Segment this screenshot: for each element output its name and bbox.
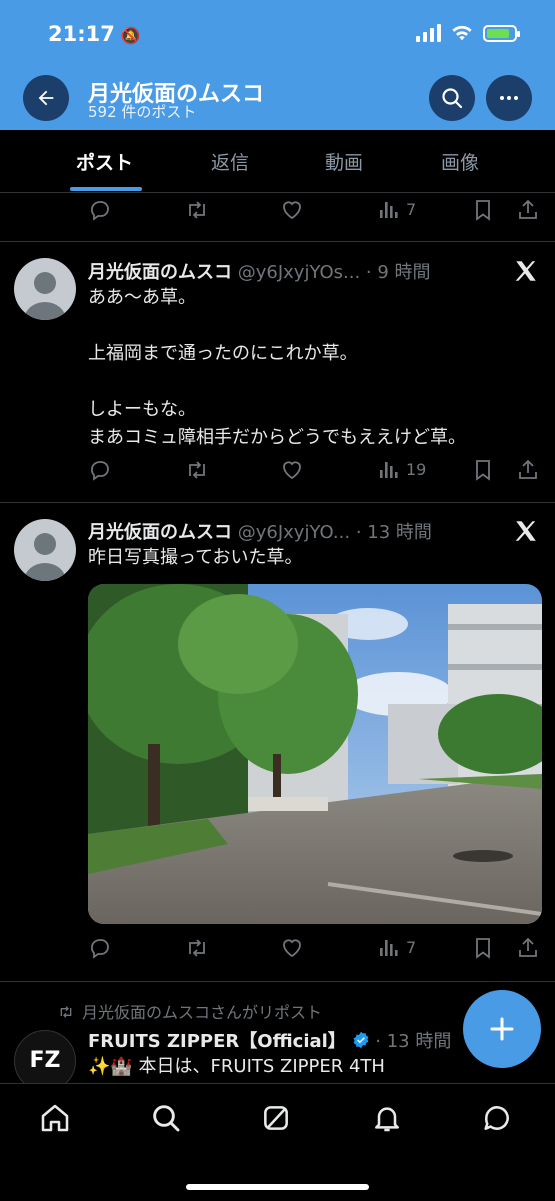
post-text: 昨日写真撮っておいた草。 [88,547,303,568]
post-divider [0,241,555,242]
x-logo-icon [515,521,536,541]
battery-icon [483,24,520,42]
back-arrow-icon [38,90,54,106]
avatar[interactable] [14,258,76,320]
wifi-icon [452,25,472,41]
post-photo[interactable] [88,584,542,924]
avatar[interactable] [14,519,76,581]
search-icon[interactable] [150,1102,182,1134]
status-time: 21:17 🔕 [48,22,141,46]
repost-button[interactable] [184,936,210,960]
views-icon [380,462,398,478]
author-handle[interactable]: @y6JxyjYOs... [238,262,360,283]
author-handle[interactable]: @y6JxyjYO... [238,522,350,543]
photo-scene [88,584,542,924]
views-count[interactable]: 19 [378,458,426,480]
post-divider [0,981,555,982]
default-avatar-icon [24,272,66,320]
home-icon[interactable] [39,1102,71,1134]
avatar-logo-text: FZ [29,1048,61,1073]
like-icon [283,939,301,958]
share-button[interactable] [516,458,540,482]
like-icon [283,201,301,220]
post-divider [0,502,555,503]
profile-header: 21:17 🔕 月光仮面のムスコ 592 件のポスト [0,0,555,130]
author-name[interactable]: 月光仮面のムスコ [88,522,232,543]
bookmark-button[interactable] [472,936,494,960]
previous-post-actions: 7 [88,198,543,226]
share-icon [519,459,537,479]
bookmark-button[interactable] [472,458,494,482]
views-count[interactable]: 7 [378,936,416,958]
search-button[interactable] [429,75,475,121]
messages-icon[interactable] [481,1102,513,1134]
views-icon [380,940,398,956]
author-name[interactable]: FRUITS ZIPPER【Official】 [88,1031,346,1052]
reply-icon [91,201,109,221]
default-avatar-icon [24,533,66,581]
reply-icon [91,461,109,481]
repost-icon [60,1006,72,1018]
bookmark-icon [476,200,490,221]
post-text: ✨🏰 本日は、FRUITS ZIPPER 4TH [88,1056,385,1077]
post-actions: 19 [88,458,543,486]
share-button[interactable] [516,936,540,960]
share-icon [519,937,537,957]
repost-button[interactable] [184,198,210,222]
back-button[interactable] [23,75,69,121]
views-icon [380,202,398,218]
post-header: FRUITS ZIPPER【Official】 · 13 時間 [88,1027,451,1053]
verified-badge-icon [353,1031,368,1049]
post-time: · 13 時間 [355,522,432,543]
bookmark-icon [476,938,490,959]
post-header: 月光仮面のムスコ @y6JxyjYO... · 13 時間 [88,518,432,544]
repost-icon [189,201,205,219]
like-icon [283,461,301,480]
tab-videos[interactable]: 動画 [325,148,363,175]
status-indicators [416,24,520,42]
compose-post-button[interactable] [463,990,541,1068]
bell-icon[interactable] [371,1102,403,1134]
plus-icon [490,1017,514,1041]
post-actions: 7 [88,936,543,964]
more-icon [500,96,518,100]
silent-bell-icon: 🔕 [120,26,141,45]
x-logo-icon [515,261,536,281]
bookmark-button[interactable] [472,198,494,222]
reply-icon [91,939,109,959]
home-indicator [186,1184,369,1190]
reply-button[interactable] [88,936,112,960]
post-header: 月光仮面のムスコ @y6JxyjYOs... · 9 時間 [88,258,431,284]
profile-tabs: ポスト 返信 動画 画像 [0,130,555,193]
author-name[interactable]: 月光仮面のムスコ [88,262,232,283]
repost-context: 月光仮面のムスコさんがリポスト [56,999,322,1023]
post-count: 592 件のポスト [88,103,197,121]
like-button[interactable] [280,198,304,222]
tab-posts[interactable]: ポスト [76,148,133,175]
share-button[interactable] [516,198,540,222]
tab-images[interactable]: 画像 [441,148,479,175]
post-text: ああ〜あ草。 上福岡まで通ったのにこれか草。 しよーもな。 まあコミュ障相手だか… [88,287,466,448]
like-button[interactable] [280,936,304,960]
reply-button[interactable] [88,458,112,482]
repost-icon [189,939,205,957]
active-tab-indicator [70,187,142,191]
post-time: · 9 時間 [365,262,431,283]
post-time: · 13 時間 [375,1031,452,1052]
share-icon [519,199,537,219]
search-icon [442,88,463,109]
cellular-signal-icon [416,24,441,42]
repost-icon [189,461,205,479]
grok-icon[interactable] [260,1102,292,1134]
tab-replies[interactable]: 返信 [211,148,249,175]
repost-button[interactable] [184,458,210,482]
views-count[interactable]: 7 [378,198,416,220]
reply-button[interactable] [88,198,112,222]
like-button[interactable] [280,458,304,482]
more-button[interactable] [486,75,532,121]
bookmark-icon [476,460,490,481]
